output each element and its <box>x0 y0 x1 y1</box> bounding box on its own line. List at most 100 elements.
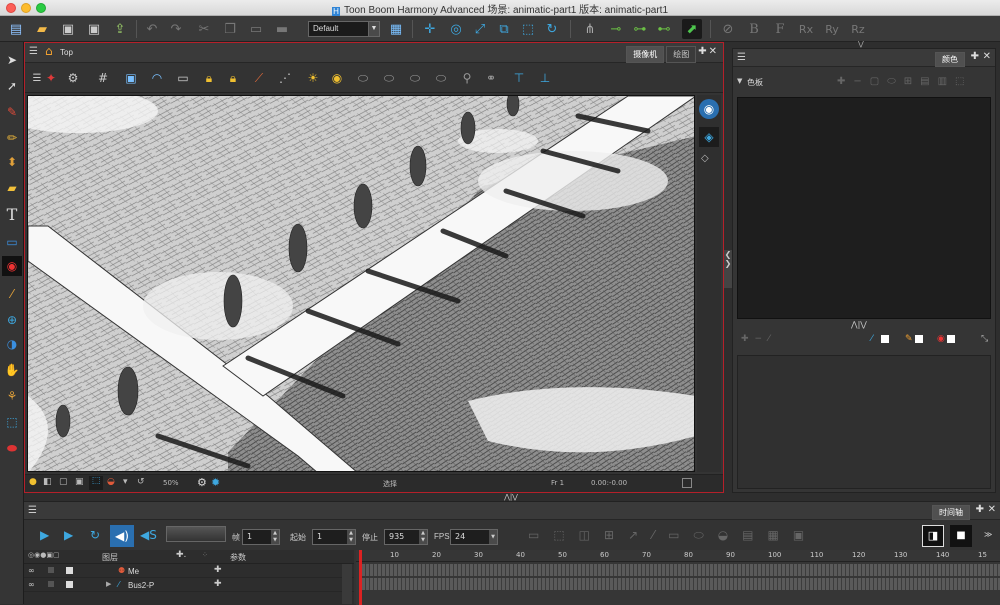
frame-row[interactable] <box>362 564 1000 576</box>
frame-row[interactable] <box>362 578 1000 590</box>
palette-list[interactable] <box>737 97 991 319</box>
eye-icon[interactable]: ◉ <box>699 99 719 119</box>
curve-deform-icon[interactable]: ⊸ <box>606 19 626 39</box>
network-icon[interactable]: ⚲ <box>457 68 477 88</box>
toolbar-overflow-icon[interactable]: ⋁ <box>858 40 864 48</box>
loop-icon[interactable]: ↻ <box>90 528 100 542</box>
spinner-icon[interactable]: ▲ ▼ <box>419 530 427 544</box>
volume-slider[interactable] <box>166 526 226 542</box>
lock-icon[interactable]: 🔒︎ <box>199 68 219 88</box>
start-field[interactable]: 1 ▲ ▼ <box>312 529 356 545</box>
frame-field[interactable]: 1 ▲ ▼ <box>242 529 280 545</box>
light-bulb-icon[interactable]: ● <box>29 477 37 487</box>
spinner-icon[interactable]: ▲ ▼ <box>347 530 355 544</box>
scale-icon[interactable]: ⤢ <box>470 19 490 39</box>
tab-drawing[interactable]: 绘图 <box>666 46 697 63</box>
import-icon[interactable]: ⇪ <box>110 19 130 39</box>
tab-timeline[interactable]: 时间轴 <box>932 505 970 520</box>
layers-scrollbar[interactable] <box>342 564 352 604</box>
play-icon[interactable]: ▶ <box>40 528 49 542</box>
layer-lock-icon[interactable] <box>48 581 54 587</box>
layer-color-swatch[interactable] <box>66 581 73 588</box>
expand-icon[interactable]: ◇ <box>701 153 709 164</box>
add-view-icon[interactable]: ✚ <box>698 46 706 63</box>
layer-visibility-icon[interactable]: ∞ <box>28 580 35 589</box>
onion-skin-toggle-icon[interactable]: ◨ <box>922 525 944 547</box>
add-param-icon[interactable]: ✚ <box>214 579 222 589</box>
layer-row[interactable]: ∞ ▶ ⁄ Bus2-P ✚ <box>24 579 354 592</box>
onion-skin-icon[interactable]: ◠ <box>147 68 167 88</box>
redo-icon[interactable]: ↷ <box>166 19 186 39</box>
add-param-icon[interactable]: ✚ <box>214 565 222 575</box>
hand-tool-icon[interactable]: ✋ <box>2 360 22 380</box>
expand-triangle-icon[interactable]: ▶ <box>106 580 111 588</box>
vertical-splitter[interactable]: ❮ ❯ <box>724 250 732 288</box>
paint-tool-icon[interactable]: ◉ <box>2 256 22 276</box>
panel-menu-icon[interactable]: ☰ <box>737 52 746 63</box>
triangle-down-icon[interactable]: ▼ <box>737 77 742 85</box>
close-view-icon[interactable]: ✕ <box>983 51 991 62</box>
stop-field[interactable]: 935 ▲ ▼ <box>384 529 428 545</box>
layer-row[interactable]: ∞ ⚉ Me ✚ <box>24 565 354 578</box>
pencil-line-icon[interactable]: ⟋ <box>249 68 269 88</box>
reset-rotation-icon[interactable]: B <box>744 19 764 39</box>
paint-color-swatch[interactable] <box>947 335 955 343</box>
add-view-icon[interactable]: ✚ <box>971 51 979 62</box>
new-scene-icon[interactable]: ▤ <box>6 19 26 39</box>
tab-colour[interactable]: 颜色 <box>935 52 965 67</box>
reset-x-icon[interactable]: Rx <box>796 19 816 39</box>
layer-visibility-icon[interactable]: ∞ <box>28 566 35 575</box>
fill-color-swatch[interactable] <box>915 335 923 343</box>
pegs-icon[interactable]: ⚭ <box>481 68 501 88</box>
skew-icon[interactable]: ⧉ <box>494 19 514 39</box>
spinner-icon[interactable]: ▲ ▼ <box>271 530 279 544</box>
layers-icon[interactable]: ◧ <box>43 477 52 487</box>
close-view-icon[interactable]: ✕ <box>988 504 996 515</box>
layer-stack-1-icon[interactable]: ⬭ <box>353 68 373 88</box>
animate-mode-icon[interactable]: ✦ <box>41 68 61 88</box>
frame-grid[interactable]: 10 20 30 40 50 60 70 80 90 100 110 120 130 140 15 <box>356 550 1000 605</box>
morph-tool-icon[interactable]: ◑ <box>2 334 22 354</box>
layer-view-icon[interactable]: ◈ <box>699 127 719 147</box>
rigging-bone-tool-icon[interactable]: ⚘ <box>2 386 22 406</box>
stop-icon[interactable]: ■ <box>950 525 972 547</box>
horizontal-splitter[interactable]: ⋀|⋁ <box>492 493 530 501</box>
brush-tool-icon[interactable]: ✎ <box>2 102 22 122</box>
swatch-list[interactable] <box>737 355 991 489</box>
undo-icon[interactable]: ↶ <box>142 19 162 39</box>
save-as-icon[interactable]: ▣ <box>84 19 104 39</box>
layer-lock-icon[interactable] <box>48 567 54 573</box>
light-icon[interactable]: ☀ <box>303 68 323 88</box>
deform-icon[interactable]: ⋔ <box>580 19 600 39</box>
dotted-line-icon[interactable]: ⋰ <box>275 68 295 88</box>
sound-scrub-icon[interactable]: ◀S <box>140 528 157 542</box>
render-gear-icon[interactable]: ⚙ <box>197 476 207 489</box>
lock-plus-icon[interactable]: 🔒︎ <box>223 68 243 88</box>
eraser-tool-icon[interactable]: ▰ <box>2 178 22 198</box>
render-preview-icon[interactable]: ✹ <box>211 476 220 489</box>
layer-options-icon[interactable]: ⁘ <box>202 551 208 559</box>
camera-mask-icon[interactable]: ⬚ <box>89 476 103 490</box>
layer-stack-3-icon[interactable]: ⬭ <box>405 68 425 88</box>
line-color-icon[interactable]: ⁄ <box>871 334 873 344</box>
text-tool-icon[interactable]: T <box>2 204 22 224</box>
workspace-combo[interactable]: Default ▼ <box>308 21 380 37</box>
frame-icon[interactable]: ▢ <box>59 477 68 487</box>
tab-camera[interactable]: 摄像机 <box>626 46 665 63</box>
display-icon[interactable]: ▣ <box>75 477 84 487</box>
reset-scale-icon[interactable]: F <box>770 19 790 39</box>
panel-menu-icon[interactable]: ☰ <box>28 505 37 516</box>
line-color-swatch[interactable] <box>881 335 889 343</box>
light-table-icon[interactable]: ◉ <box>327 68 347 88</box>
rigging-tool-icon[interactable]: ⬈ <box>682 19 702 39</box>
play-selection-icon[interactable]: ▶ <box>64 528 73 542</box>
breadcrumb[interactable]: Top <box>60 48 73 57</box>
anchor-top-icon[interactable]: ⊤ <box>509 68 529 88</box>
stamp-tool-icon[interactable]: ⬍ <box>2 152 22 172</box>
pivot-icon[interactable]: ✛ <box>420 19 440 39</box>
add-view-icon[interactable]: ✚ <box>976 504 984 515</box>
reset-icon[interactable]: ⊘ <box>718 19 738 39</box>
envelope-deform-icon[interactable]: ⊶ <box>630 19 650 39</box>
spline-offset-icon[interactable]: ⬚ <box>518 19 538 39</box>
sound-icon[interactable]: ◀) <box>110 525 134 547</box>
